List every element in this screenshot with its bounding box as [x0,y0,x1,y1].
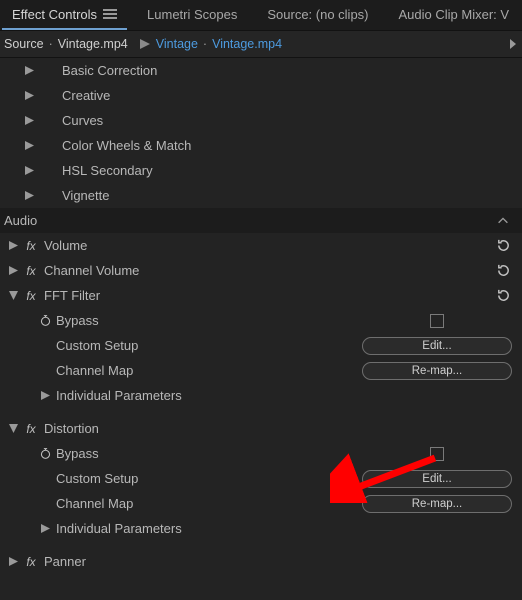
tab-label: Effect Controls [12,7,97,22]
button-label: Re-map... [412,365,463,377]
tab-audio-clip-mixer[interactable]: Audio Clip Mixer: V [389,0,520,30]
bypass-checkbox[interactable] [430,447,444,461]
effect-label: Panner [44,554,86,569]
lumetri-vignette-row[interactable]: Vignette [0,183,522,208]
breadcrumb-source-clip[interactable]: Vintage.mp4 [58,37,128,51]
prop-label: Bypass [56,446,99,461]
section-label: Vignette [62,188,109,203]
lumetri-basic-correction-row[interactable]: Basic Correction [0,58,522,83]
fx-icon[interactable]: fx [24,422,38,436]
chevron-down-icon[interactable] [6,289,20,303]
fx-icon[interactable]: fx [24,289,38,303]
effect-fft-filter-row[interactable]: fx FFT Filter [0,283,522,308]
fx-icon[interactable]: fx [24,264,38,278]
effect-panner-row[interactable]: fx Panner [0,549,522,574]
prop-label: Channel Map [56,496,133,511]
distortion-bypass-row[interactable]: Bypass [0,441,522,466]
bypass-checkbox[interactable] [430,314,444,328]
chevron-right-icon[interactable] [22,89,36,103]
edit-button[interactable]: Edit... [362,470,512,488]
chevron-right-icon[interactable] [6,239,20,253]
prop-label: Individual Parameters [56,388,182,403]
prop-label: Custom Setup [56,471,138,486]
effect-label: Channel Volume [44,263,139,278]
breadcrumb-expand-icon[interactable] [138,37,152,51]
effect-distortion-row[interactable]: fx Distortion [0,416,522,441]
tab-label: Source: (no clips) [267,7,368,22]
prop-label: Bypass [56,313,99,328]
distortion-channel-map-row: Channel Map Re-map... [0,491,522,516]
effect-controls-panel: Basic Correction Creative Curves Color W… [0,58,522,600]
lumetri-creative-row[interactable]: Creative [0,83,522,108]
stopwatch-icon[interactable] [38,314,52,328]
lumetri-colorwheels-row[interactable]: Color Wheels & Match [0,133,522,158]
chevron-right-icon[interactable] [22,64,36,78]
fx-icon[interactable]: fx [24,239,38,253]
panel-tabbar: Effect Controls Lumetri Scopes Source: (… [0,0,522,30]
lumetri-hsl-row[interactable]: HSL Secondary [0,158,522,183]
remap-button[interactable]: Re-map... [362,362,512,380]
section-label: Creative [62,88,110,103]
fx-icon[interactable]: fx [24,555,38,569]
effect-label: Distortion [44,421,99,436]
fft-custom-setup-row: Custom Setup Edit... [0,333,522,358]
chevron-right-icon[interactable] [22,189,36,203]
section-label: Basic Correction [62,63,157,78]
prop-label: Individual Parameters [56,521,182,536]
fft-individual-params-row[interactable]: Individual Parameters [0,383,522,408]
chevron-right-icon[interactable] [22,139,36,153]
remap-button[interactable]: Re-map... [362,495,512,513]
breadcrumb-sequence[interactable]: Vintage [156,37,198,51]
scroll-up-icon[interactable] [494,212,512,230]
reset-icon[interactable] [494,262,512,280]
distortion-custom-setup-row: Custom Setup Edit... [0,466,522,491]
chevron-right-icon[interactable] [22,114,36,128]
section-label: Color Wheels & Match [62,138,191,153]
prop-label: Custom Setup [56,338,138,353]
section-label: Curves [62,113,103,128]
tab-label: Lumetri Scopes [147,7,237,22]
reset-icon[interactable] [494,237,512,255]
chevron-right-icon[interactable] [6,555,20,569]
chevron-right-icon[interactable] [38,389,52,403]
chevron-right-icon[interactable] [6,264,20,278]
tab-effect-controls[interactable]: Effect Controls [2,0,127,30]
button-label: Edit... [422,473,451,485]
tab-lumetri-scopes[interactable]: Lumetri Scopes [137,0,247,30]
fft-channel-map-row: Channel Map Re-map... [0,358,522,383]
breadcrumb-dot: · [203,37,207,51]
reset-icon[interactable] [494,287,512,305]
effect-channel-volume-row[interactable]: fx Channel Volume [0,258,522,283]
edit-button[interactable]: Edit... [362,337,512,355]
section-label: Audio [4,213,37,228]
lumetri-curves-row[interactable]: Curves [0,108,522,133]
tab-source[interactable]: Source: (no clips) [257,0,378,30]
chevron-right-icon[interactable] [38,522,52,536]
effect-label: FFT Filter [44,288,100,303]
button-label: Edit... [422,340,451,352]
effect-label: Volume [44,238,87,253]
stopwatch-icon[interactable] [38,447,52,461]
breadcrumb-dot: · [49,37,53,51]
effect-volume-row[interactable]: fx Volume [0,233,522,258]
button-label: Re-map... [412,498,463,510]
tab-label: Audio Clip Mixer: V [399,7,510,22]
timeline-play-icon[interactable] [510,39,516,49]
prop-label: Channel Map [56,363,133,378]
audio-section-header[interactable]: Audio [0,208,522,233]
distortion-individual-params-row[interactable]: Individual Parameters [0,516,522,541]
chevron-down-icon[interactable] [6,422,20,436]
chevron-right-icon[interactable] [22,164,36,178]
breadcrumb-sequence-clip[interactable]: Vintage.mp4 [212,37,282,51]
panel-menu-icon[interactable] [103,9,117,19]
fft-bypass-row[interactable]: Bypass [0,308,522,333]
breadcrumb-source-prefix: Source [4,37,44,51]
hamburger-icon [103,9,117,19]
source-breadcrumb-row: Source · Vintage.mp4 Vintage · Vintage.m… [0,30,522,58]
section-label: HSL Secondary [62,163,153,178]
